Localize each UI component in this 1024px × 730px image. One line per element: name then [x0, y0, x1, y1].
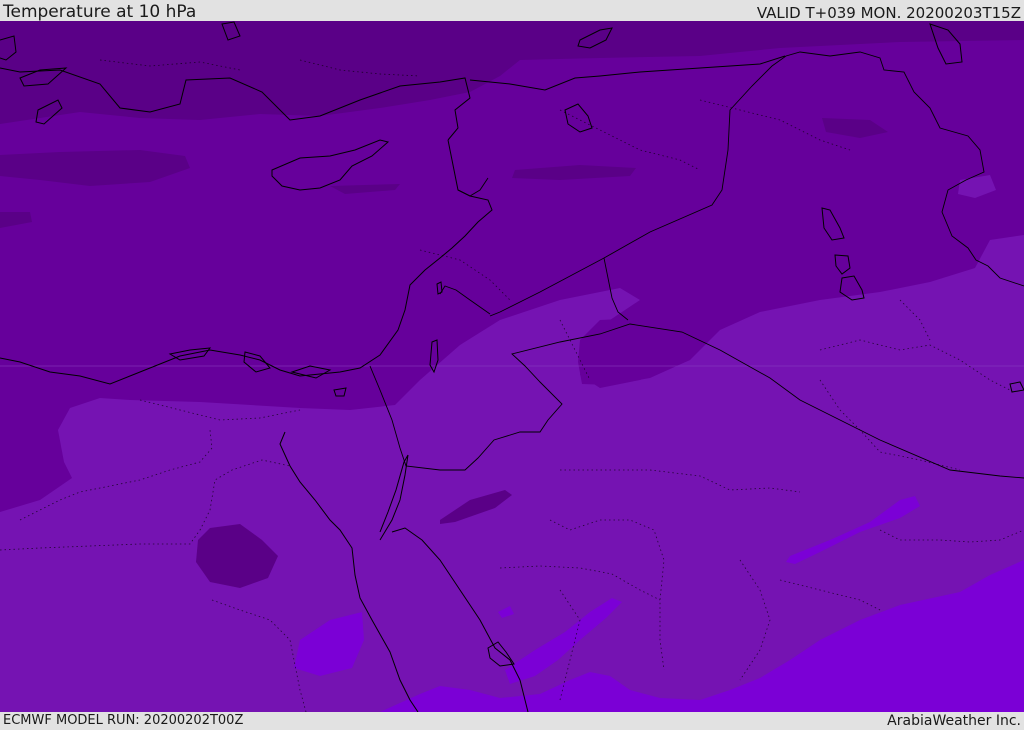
valid-time: VALID T+039 MON. 20200203T15Z: [756, 4, 1021, 22]
footer-bar: ECMWF MODEL RUN: 20200202T00Z ArabiaWeat…: [0, 712, 1024, 729]
temperature-map: [0, 21, 1024, 712]
header-bar: Temperature at 10 hPa VALID T+039 MON. 2…: [0, 0, 1024, 22]
credit-text: ArabiaWeather Inc.: [887, 713, 1021, 729]
map-title: Temperature at 10 hPa: [3, 2, 197, 22]
weather-map-page: Temperature at 10 hPa VALID T+039 MON. 2…: [0, 0, 1024, 729]
model-run: ECMWF MODEL RUN: 20200202T00Z: [3, 713, 244, 728]
